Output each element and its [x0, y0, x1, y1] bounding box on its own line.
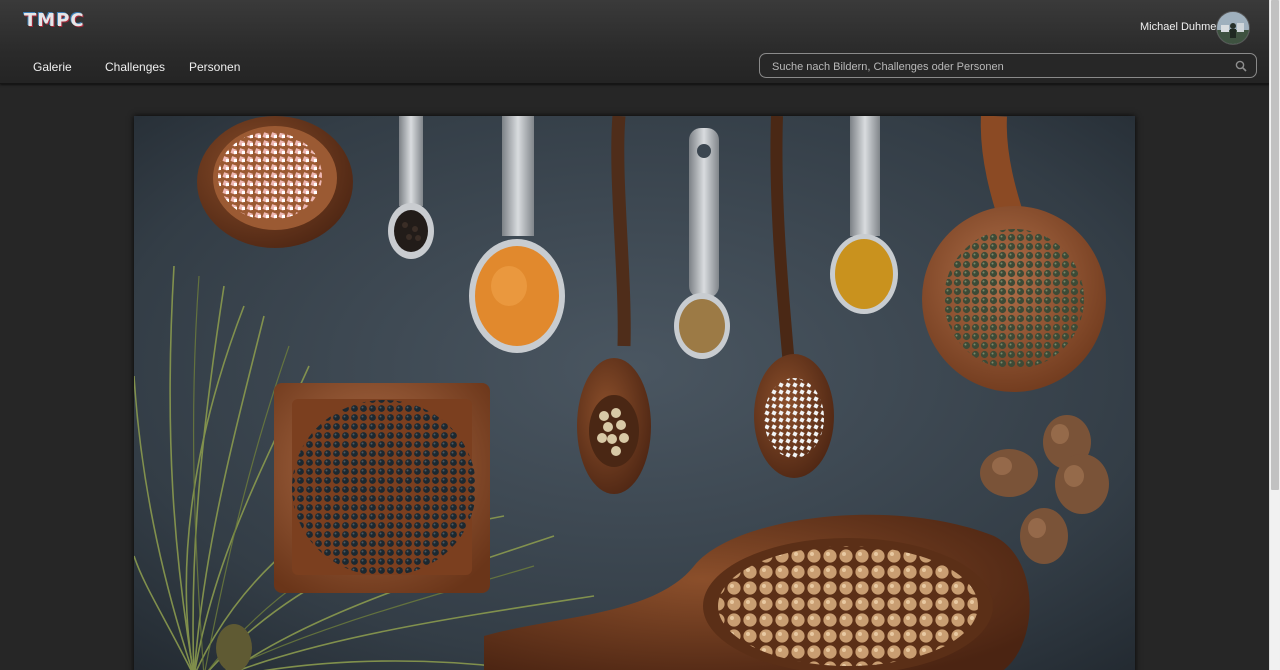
- top-header: TMPC Galerie Challenges Personen Michael…: [0, 0, 1270, 84]
- page: TMPC Galerie Challenges Personen Michael…: [0, 0, 1280, 670]
- vertical-scrollbar[interactable]: [1269, 0, 1280, 670]
- nav-galerie[interactable]: Galerie: [33, 54, 72, 80]
- search-input[interactable]: [770, 57, 1234, 76]
- user-name[interactable]: Michael Duhme: [1140, 20, 1216, 34]
- search-icon[interactable]: [1235, 60, 1247, 72]
- nav-challenges[interactable]: Challenges: [105, 54, 165, 80]
- spices-photo: [134, 116, 1135, 670]
- nav-personen[interactable]: Personen: [189, 54, 240, 80]
- search-box: [759, 53, 1257, 78]
- scrollbar-thumb[interactable]: [1271, 0, 1279, 490]
- main-photo[interactable]: [134, 116, 1135, 670]
- avatar-image: [1217, 12, 1249, 44]
- user-avatar[interactable]: [1216, 11, 1250, 45]
- site-logo[interactable]: TMPC: [24, 10, 85, 31]
